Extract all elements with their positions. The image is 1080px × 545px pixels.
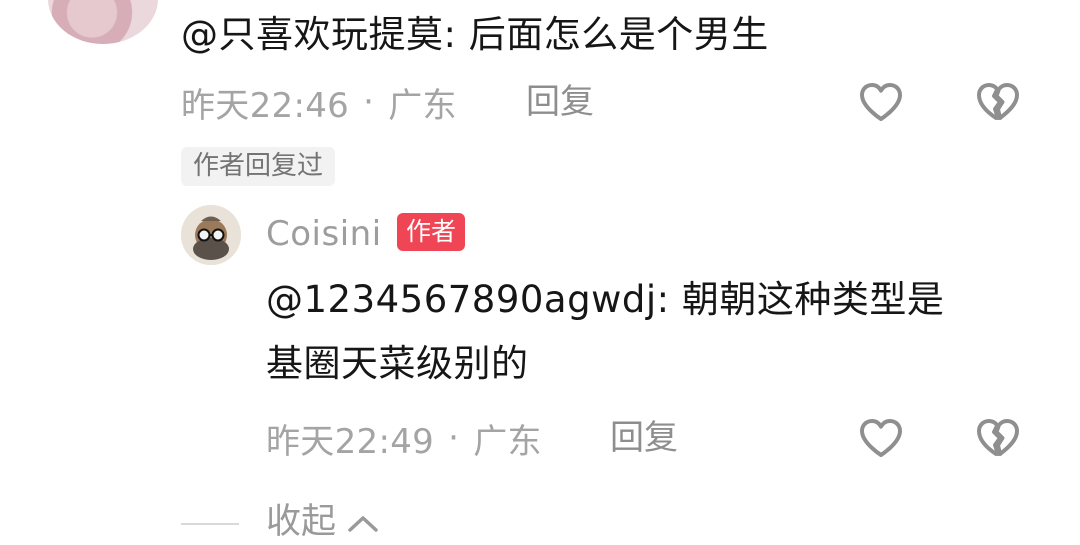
broken-heart-icon[interactable] — [975, 81, 1021, 123]
meta-separator: · — [448, 418, 460, 458]
author-badge: 作者 — [397, 213, 466, 251]
broken-heart-icon[interactable] — [975, 417, 1021, 459]
comment-meta: 昨天22:46 · 广东 — [181, 80, 457, 126]
collapse-divider — [181, 523, 239, 525]
chevron-up-icon[interactable] — [346, 512, 380, 534]
comment-time: 昨天22:49 — [266, 421, 435, 462]
comment-time: 昨天22:46 — [181, 85, 350, 126]
author-replied-tag: 作者回复过 — [181, 147, 336, 186]
collapse-label[interactable]: 收起 — [266, 500, 336, 544]
username[interactable]: Coisini — [266, 213, 382, 255]
comment-text: @只喜欢玩提莫: 后面怎么是个男生 — [181, 13, 769, 56]
heart-outline-icon[interactable] — [858, 81, 904, 123]
avatar[interactable] — [181, 205, 241, 265]
reply-button[interactable]: 回复 — [526, 80, 594, 124]
comment-thread: @只喜欢玩提莫: 后面怎么是个男生 昨天22:46 · 广东 回复 作者回复过 … — [0, 0, 1080, 545]
comment-text-line2: 基圈天菜级别的 — [266, 342, 529, 385]
avatar[interactable] — [48, 0, 158, 44]
reply-button[interactable]: 回复 — [610, 416, 678, 460]
meta-separator: · — [363, 82, 375, 122]
comment-location: 广东 — [388, 85, 457, 126]
comment-meta: 昨天22:49 · 广东 — [266, 416, 542, 462]
heart-outline-icon[interactable] — [858, 417, 904, 459]
comment-text-line1: @1234567890agwdj: 朝朝这种类型是 — [266, 278, 945, 321]
comment-location: 广东 — [473, 421, 542, 462]
